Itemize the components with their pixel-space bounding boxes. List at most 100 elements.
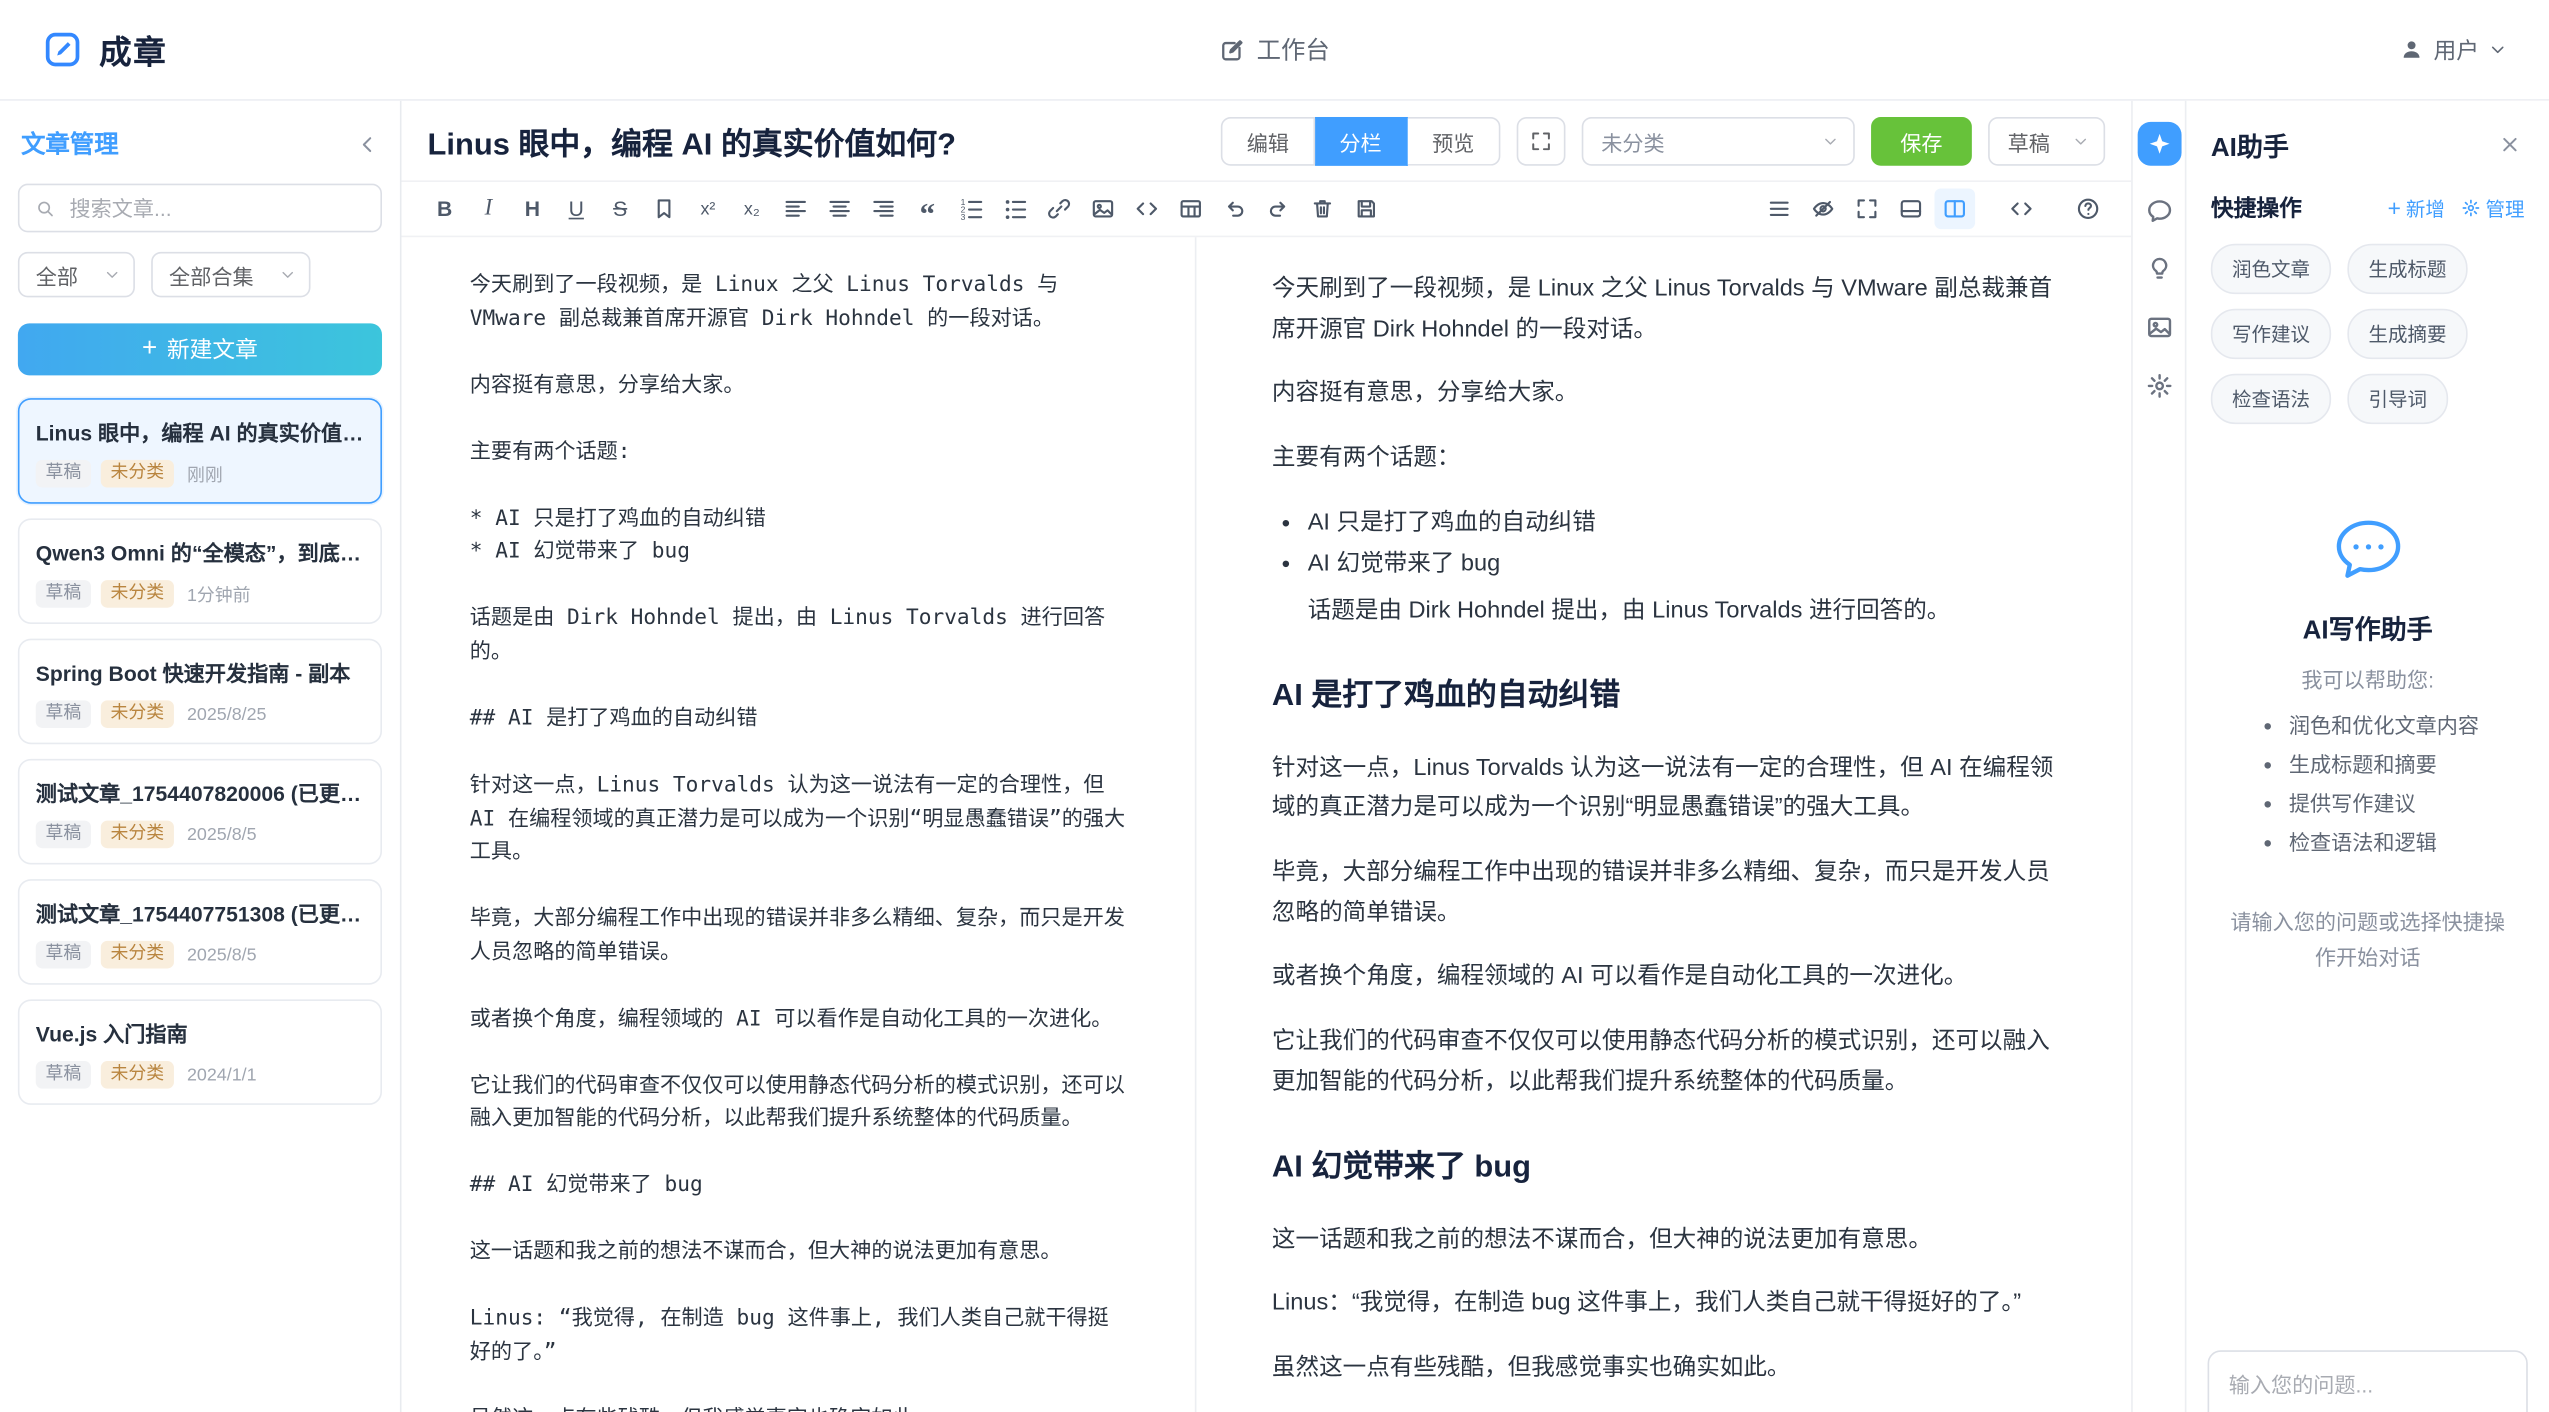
link-button[interactable] (1039, 188, 1080, 229)
search-icon (36, 197, 55, 218)
filter-collection-select[interactable]: 全部合集 (151, 252, 310, 297)
quick-action-chip[interactable]: 检查语法 (2211, 374, 2331, 424)
table-button[interactable] (1170, 188, 1211, 229)
markdown-source-pane[interactable]: 今天刷到了一段视频，是 Linux 之父 Linus Torvalds 与 VM… (402, 237, 1198, 1412)
mode-edit-button[interactable]: 编辑 (1221, 117, 1315, 166)
align-right-icon (871, 197, 895, 221)
mode-preview-button[interactable]: 预览 (1408, 117, 1501, 166)
tips-tab[interactable] (2145, 255, 2173, 283)
superscript-button[interactable]: x² (688, 188, 729, 229)
quick-action-chip[interactable]: 生成摘要 (2347, 309, 2467, 359)
article-list-item[interactable]: Vue.js 入门指南 草稿 未分类 2024/1/1 (18, 999, 382, 1105)
ai-panel-close-button[interactable] (2495, 130, 2524, 159)
ai-capability-item: 检查语法和逻辑 (2289, 824, 2479, 863)
ordered-list-button[interactable]: 123 (951, 188, 992, 229)
article-time: 刚刚 (187, 461, 223, 487)
unordered-list-button[interactable] (995, 188, 1036, 229)
sidebar-collapse-button[interactable] (356, 132, 379, 155)
preview-pane[interactable]: 今天刷到了一段视频，是 Linux 之父 Linus Torvalds 与 VM… (1197, 237, 2131, 1412)
article-list-item[interactable]: 测试文章_1754407751308 (已更新) 草稿 未分类 2025/8/5 (18, 879, 382, 985)
new-article-button[interactable]: + 新建文章 (18, 323, 382, 375)
article-title: 测试文章_1754407751308 (已更新) (36, 897, 364, 928)
blockquote-button[interactable]: “ (907, 188, 948, 229)
panel-layout-button[interactable] (1891, 188, 1932, 229)
quick-action-chip[interactable]: 引导词 (2347, 374, 2448, 424)
source-code-button[interactable] (2001, 188, 2042, 229)
save-button[interactable]: 保存 (1871, 117, 1972, 166)
article-category-badge: 未分类 (101, 941, 174, 969)
article-title: Linus 眼中，编程 AI 的真实价值如何? (36, 416, 364, 447)
ai-hint-text: 请输入您的问题或选择快捷操作开始对话 (2211, 905, 2525, 977)
workbench-pencil-icon (1219, 37, 1245, 63)
preview-paragraph: 毕竟，大部分编程工作中出现的错误并非多么精细、复杂，而只是开发人员忽略的简单错误… (1272, 853, 2056, 933)
add-quick-action-button[interactable]: + 新增 (2388, 194, 2445, 222)
preview-paragraph: 话题是由 Dirk Hohndel 提出，由 Linus Torvalds 进行… (1272, 591, 2056, 631)
filter-status-select[interactable]: 全部 (18, 252, 135, 297)
article-list-item[interactable]: Spring Boot 快速开发指南 - 副本 草稿 未分类 2025/8/25 (18, 639, 382, 745)
article-time: 2025/8/25 (187, 704, 267, 723)
manage-quick-actions-button[interactable]: 管理 (2461, 194, 2524, 222)
redo-button[interactable] (1258, 188, 1299, 229)
user-menu[interactable]: 用户 (2399, 33, 2506, 65)
preview-paragraph: 内容挺有意思，分享给大家。 (1272, 374, 2056, 414)
fullscreen-button[interactable] (1517, 117, 1566, 166)
hide-preview-button[interactable] (1803, 188, 1844, 229)
split-view-button[interactable] (1934, 188, 1975, 229)
undo-button[interactable] (1214, 188, 1255, 229)
preview-paragraph: 针对这一点，Linus Torvalds 认为这一说法有一定的合理性，但 AI … (1272, 749, 2056, 829)
code-button[interactable] (1127, 188, 1168, 229)
outline-button[interactable] (1759, 188, 1800, 229)
article-title: Vue.js 入门指南 (36, 1017, 364, 1048)
formatting-toolbar: B I H U S x² x₂ “ (402, 180, 2132, 237)
article-search[interactable] (18, 184, 382, 233)
heading-button[interactable]: H (512, 188, 553, 229)
article-list-item[interactable]: 测试文章_1754407820006 (已更新) 草稿 未分类 2025/8/5 (18, 759, 382, 865)
export-save-button[interactable] (1346, 188, 1387, 229)
add-label: 新增 (2406, 194, 2445, 222)
quick-action-chip[interactable]: 写作建议 (2211, 309, 2331, 359)
help-button[interactable] (2068, 188, 2109, 229)
user-chevron-down-icon (2489, 41, 2507, 59)
category-select[interactable]: 未分类 (1582, 117, 1855, 166)
subscript-button[interactable]: x₂ (732, 188, 773, 229)
quick-action-chip[interactable]: 生成标题 (2347, 244, 2467, 294)
status-select[interactable]: 草稿 (1988, 117, 2105, 166)
image-card-icon (2145, 314, 2173, 342)
status-value: 草稿 (2008, 126, 2050, 157)
align-center-button[interactable] (819, 188, 860, 229)
chat-history-tab[interactable] (2145, 197, 2173, 225)
plus-icon: + (142, 336, 157, 362)
preview-paragraph: 这一话题和我之前的想法不谋而合，但大神的说法更加有意思。 (1272, 1220, 2056, 1260)
highlight-mark-button[interactable] (644, 188, 685, 229)
quick-actions-label: 快捷操作 (2211, 192, 2372, 224)
align-right-button[interactable] (863, 188, 904, 229)
mode-split-button[interactable]: 分栏 (1315, 117, 1408, 166)
strikethrough-button[interactable]: S (600, 188, 641, 229)
ai-assistant-tab[interactable] (2137, 122, 2181, 166)
italic-button[interactable]: I (468, 188, 509, 229)
article-list-item[interactable]: Linus 眼中，编程 AI 的真实价值如何? 草稿 未分类 刚刚 (18, 398, 382, 504)
nav-workbench[interactable]: 工作台 (1219, 32, 1330, 66)
preview-paragraph: 它让我们的代码审查不仅仅可以使用静态代码分析的模式识别，还可以融入更加智能的代码… (1272, 1022, 2056, 1102)
markdown-source-text[interactable]: 今天刷到了一段视频，是 Linux 之父 Linus Torvalds 与 VM… (470, 270, 1127, 1412)
ai-tool-strip (2131, 101, 2185, 1412)
fullscreen-icon (1530, 130, 1553, 153)
search-input[interactable] (66, 194, 364, 222)
quick-action-chip[interactable]: 润色文章 (2211, 244, 2331, 294)
align-center-icon (827, 197, 851, 221)
image-button[interactable] (1083, 188, 1124, 229)
view-mode-group: 编辑 分栏 预览 (1221, 117, 1501, 166)
bold-button[interactable]: B (424, 188, 465, 229)
expand-editor-button[interactable] (1847, 188, 1888, 229)
document-title: Linus 眼中，编程 AI 的真实价值如何? (428, 119, 1205, 163)
delete-button[interactable] (1302, 188, 1343, 229)
quick-action-chips: 润色文章生成标题写作建议生成摘要检查语法引导词 (2211, 244, 2525, 424)
article-list-item[interactable]: Qwen3 Omni 的“全模态”，到底和多模... 草稿 未分类 1分钟前 (18, 518, 382, 624)
template-tab[interactable] (2145, 314, 2173, 342)
settings-tab[interactable] (2145, 372, 2173, 400)
underline-button[interactable]: U (556, 188, 597, 229)
ai-assistant-title: AI写作助手 (2211, 608, 2525, 647)
article-status-badge: 草稿 (36, 700, 91, 728)
ai-message-input[interactable]: 输入您的问题... (2208, 1350, 2528, 1412)
align-left-button[interactable] (775, 188, 816, 229)
